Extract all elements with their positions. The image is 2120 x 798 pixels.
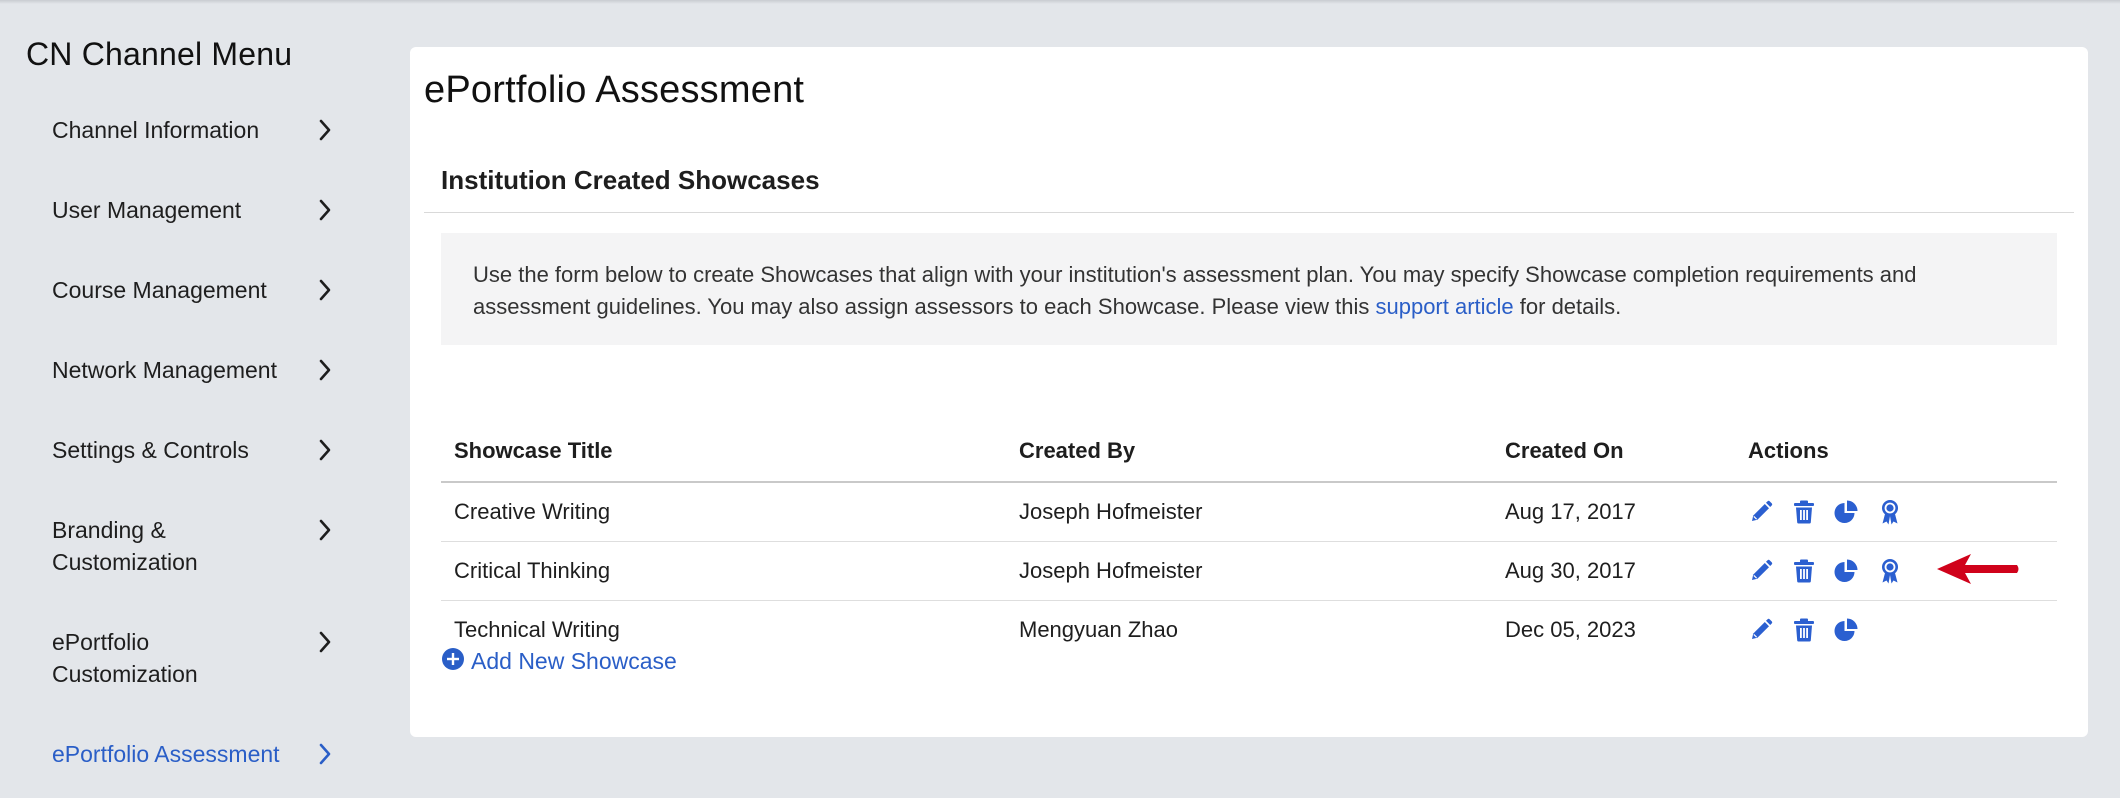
section-divider — [424, 212, 2074, 213]
created-on: Aug 30, 2017 — [1505, 558, 1636, 583]
row-actions — [1748, 498, 1903, 526]
sidebar-item-user-management[interactable]: User Management — [52, 194, 332, 226]
sidebar-item-label: ePortfolio Assessment — [52, 741, 280, 767]
sidebar-item-course-management[interactable]: Course Management — [52, 274, 332, 306]
showcase-title: Critical Thinking — [454, 558, 611, 583]
table-header: Showcase Title Created By Created On Act… — [441, 417, 2057, 483]
column-header-created-by: Created By — [1019, 438, 1136, 463]
created-on: Dec 05, 2023 — [1505, 617, 1636, 642]
add-new-showcase-button[interactable]: Add New Showcase — [441, 647, 677, 676]
sidebar-item-settings-controls[interactable]: Settings & Controls — [52, 434, 332, 466]
main-card: ePortfolio Assessment Institution Create… — [410, 47, 2088, 737]
pencil-icon[interactable] — [1748, 557, 1774, 585]
created-by: Joseph Hofmeister — [1019, 499, 1203, 524]
chevron-right-icon — [318, 114, 332, 146]
chevron-right-icon — [318, 738, 332, 770]
pie-chart-icon[interactable] — [1834, 616, 1860, 644]
chevron-right-icon — [318, 274, 332, 306]
sidebar-item-network-management[interactable]: Network Management — [52, 354, 332, 386]
created-by: Joseph Hofmeister — [1019, 558, 1203, 583]
sidebar-item-label: Settings & Controls — [52, 437, 249, 463]
page-title: ePortfolio Assessment — [424, 69, 805, 111]
sidebar-item-eportfolio-assessment[interactable]: ePortfolio Assessment — [52, 738, 332, 770]
showcases-table: Showcase Title Created By Created On Act… — [441, 417, 2057, 660]
red-arrow-annotation-icon — [1935, 552, 2021, 591]
pencil-icon[interactable] — [1748, 498, 1774, 526]
sidebar-item-channel-information[interactable]: Channel Information — [52, 114, 332, 146]
support-article-link[interactable]: support article — [1375, 294, 1513, 319]
sidebar-item-label: Course Management — [52, 277, 267, 303]
created-on: Aug 17, 2017 — [1505, 499, 1636, 524]
section-title: Institution Created Showcases — [441, 165, 820, 195]
award-ribbon-icon[interactable] — [1877, 557, 1903, 585]
trash-icon[interactable] — [1791, 616, 1817, 644]
add-new-showcase-label: Add New Showcase — [471, 648, 677, 674]
trash-icon[interactable] — [1791, 557, 1817, 585]
award-ribbon-icon[interactable] — [1877, 498, 1903, 526]
created-by: Mengyuan Zhao — [1019, 617, 1178, 642]
chevron-right-icon — [318, 626, 332, 658]
showcase-title: Technical Writing — [454, 617, 620, 642]
sidebar-item-eportfolio-customization[interactable]: ePortfolio Customization — [52, 626, 332, 690]
showcase-title: Creative Writing — [454, 499, 611, 524]
row-actions — [1748, 557, 1903, 585]
table-row: Critical Thinking Joseph Hofmeister Aug … — [441, 542, 2057, 601]
pie-chart-icon[interactable] — [1834, 498, 1860, 526]
info-text: Use the form below to create Showcases t… — [473, 262, 1917, 319]
pencil-icon[interactable] — [1748, 616, 1774, 644]
pie-chart-icon[interactable] — [1834, 557, 1860, 585]
table-row: Creative Writing Joseph Hofmeister Aug 1… — [441, 483, 2057, 542]
column-header-title: Showcase Title — [454, 438, 613, 463]
trash-icon[interactable] — [1791, 498, 1817, 526]
table-row: Technical Writing Mengyuan Zhao Dec 05, … — [441, 601, 2057, 660]
info-box: Use the form below to create Showcases t… — [441, 233, 2057, 345]
channel-sidebar: CN Channel Menu Channel Information User… — [0, 0, 400, 798]
column-header-created-on: Created On — [1505, 438, 1624, 463]
sidebar-item-label: Channel Information — [52, 117, 260, 143]
sidebar-item-label: User Management — [52, 197, 242, 223]
sidebar-title: CN Channel Menu — [26, 36, 293, 72]
sidebar-item-branding-customization[interactable]: Branding & Customization — [52, 514, 332, 578]
info-text-end: for details. — [1513, 294, 1622, 319]
plus-circle-icon — [441, 647, 465, 676]
sidebar-item-label: Network Management — [52, 357, 277, 383]
sidebar-item-label: ePortfolio Customization — [52, 629, 198, 687]
chevron-right-icon — [318, 434, 332, 466]
column-header-actions: Actions — [1748, 438, 1829, 463]
chevron-right-icon — [318, 514, 332, 546]
chevron-right-icon — [318, 354, 332, 386]
row-actions — [1748, 616, 1860, 644]
chevron-right-icon — [318, 194, 332, 226]
sidebar-item-label: Branding & Customization — [52, 517, 198, 575]
